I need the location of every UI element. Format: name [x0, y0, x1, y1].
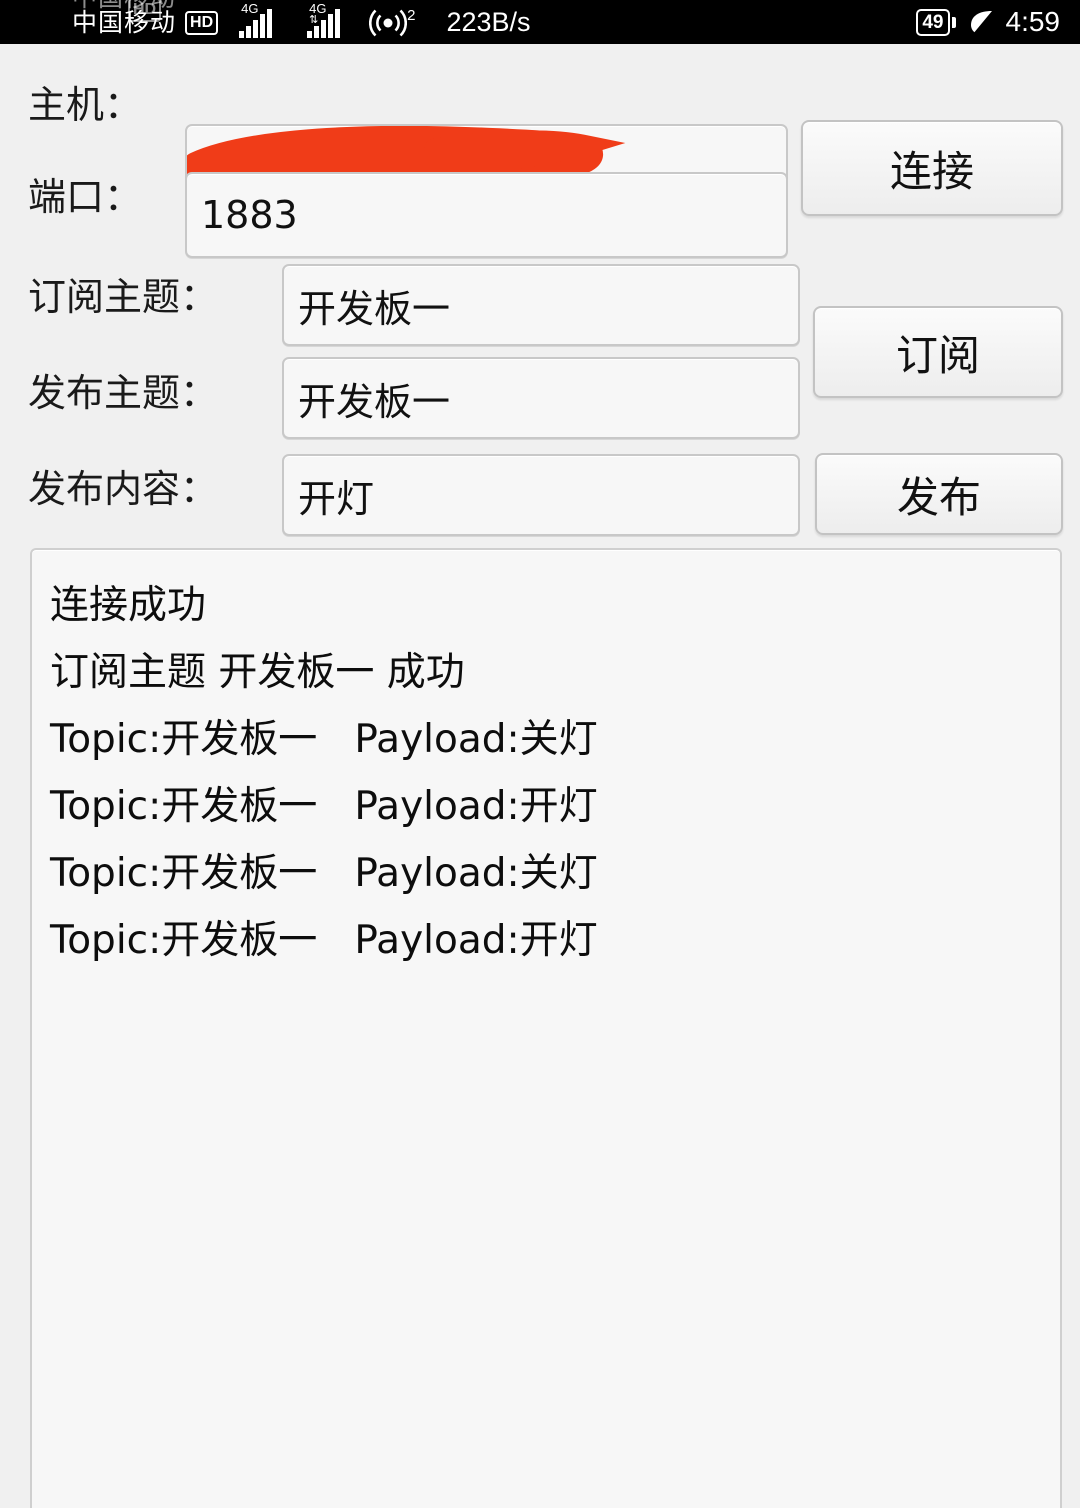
- host-row: 主机：: [28, 74, 142, 129]
- connect-button[interactable]: 连接: [801, 120, 1063, 216]
- hotspot-icon: 2: [369, 6, 415, 38]
- sub-topic-label: 订阅主题：: [28, 275, 219, 319]
- port-input[interactable]: 1883: [185, 172, 788, 258]
- data-transfer-arrows-icon: ⇅: [309, 14, 319, 26]
- pub-payload-label: 发布内容：: [28, 467, 219, 511]
- port-input-value: 1883: [201, 193, 298, 237]
- leaf-icon: [966, 7, 996, 37]
- subscribe-button[interactable]: 订阅: [813, 306, 1063, 398]
- pub-payload-input-value: 开灯: [298, 476, 375, 521]
- port-row: 端口：: [28, 166, 142, 221]
- log-line: Topic:开发板一 Payload:关灯: [50, 717, 598, 762]
- sub-topic-input-value: 开发板一: [298, 286, 451, 331]
- sub-topic-input[interactable]: 开发板一: [282, 264, 800, 346]
- log-line: 连接成功: [50, 583, 207, 628]
- hotspot-count-label: 2: [407, 7, 416, 24]
- clock-label: 4:59: [1005, 6, 1061, 37]
- pub-topic-row: 发布主题：: [28, 362, 218, 417]
- publish-button[interactable]: 发布: [815, 453, 1063, 535]
- status-bar-left: 中国移动 HD HD 4G 4G ⇅ 2 223B/s: [0, 0, 531, 38]
- pub-payload-row: 发布内容：: [28, 458, 218, 513]
- pub-topic-label: 发布主题：: [28, 371, 219, 415]
- network-type-label-1: 4G: [241, 1, 259, 16]
- pub-topic-input-value: 开发板一: [298, 379, 451, 424]
- signal-strength-icon-2: 4G ⇅: [307, 2, 341, 38]
- battery-tip: [951, 16, 956, 28]
- log-line: Topic:开发板一 Payload:开灯: [50, 784, 598, 829]
- network-speed-label: 223B/s: [446, 7, 531, 37]
- log-output-panel[interactable]: 连接成功 订阅主题 开发板一 成功 Topic:开发板一 Payload:关灯 …: [30, 548, 1062, 1508]
- hd-badge-ghost: HD: [128, 0, 162, 22]
- hd-badge: HD: [185, 11, 219, 35]
- port-label: 端口：: [28, 175, 143, 219]
- pub-payload-input[interactable]: 开灯: [282, 454, 800, 536]
- battery-icon: 49: [916, 8, 956, 36]
- status-bar: 中国移动 HD HD 4G 4G ⇅ 2 223B/s 49: [0, 0, 1080, 44]
- signal-strength-icon-1: 4G: [239, 2, 273, 38]
- sub-topic-row: 订阅主题：: [28, 266, 218, 321]
- status-bar-right: 49 4:59: [916, 7, 1080, 37]
- pub-topic-input[interactable]: 开发板一: [282, 357, 800, 439]
- host-label: 主机：: [28, 83, 143, 127]
- log-line: Topic:开发板一 Payload:开灯: [50, 918, 598, 963]
- log-line: Topic:开发板一 Payload:关灯: [50, 851, 598, 896]
- battery-level-label: 49: [916, 8, 950, 36]
- log-line: 订阅主题 开发板一 成功: [50, 650, 465, 695]
